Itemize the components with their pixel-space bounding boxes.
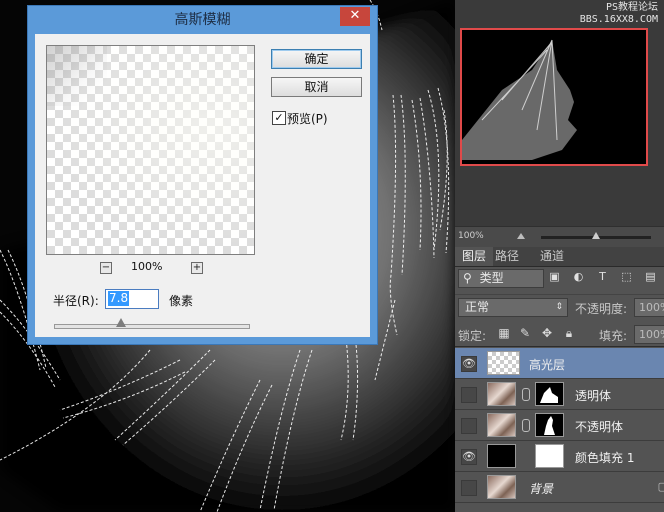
visibility-toggle[interactable] <box>461 480 477 496</box>
lock-label: 锁定: <box>458 329 487 343</box>
navigator-view-box[interactable] <box>460 28 648 166</box>
smart-object-filter-icon[interactable]: ▤ <box>645 271 656 282</box>
blend-mode-value: 正常 <box>465 300 490 314</box>
shape-filter-icon[interactable]: ⬚ <box>621 271 632 282</box>
visibility-toggle[interactable] <box>461 418 477 434</box>
blend-mode-select[interactable]: 正常 ⇕ <box>458 298 568 317</box>
mask-shape <box>540 387 558 403</box>
radius-unit: 像素 <box>169 294 194 308</box>
radius-input[interactable]: 7.8 <box>105 289 159 309</box>
radius-value: 7.8 <box>108 291 130 306</box>
lock-image-pixels-icon[interactable]: ✎ <box>519 327 531 339</box>
fill-value: 100% <box>639 328 664 341</box>
watermark-title: PS教程论坛 <box>605 2 658 13</box>
zoom-in-button[interactable]: + <box>191 262 203 274</box>
layer-row-highlight[interactable]: 👁︎ 高光层 <box>455 348 664 379</box>
layer-mask-thumbnail <box>535 413 564 437</box>
visibility-toggle[interactable] <box>461 387 477 403</box>
gaussian-blur-dialog: 高斯模糊 ✕ − 100% + 确定 取消 ✓ 预览(P) 半径(R): 7.8… <box>27 5 378 345</box>
layer-name[interactable]: 背景 <box>529 480 553 497</box>
lock-position-icon[interactable]: ✥ <box>541 327 553 339</box>
opacity-value: 100% <box>639 301 664 314</box>
layer-thumbnail <box>487 413 516 437</box>
zoom-value: 100% <box>131 260 163 273</box>
navigator-zoom-thumb[interactable] <box>592 232 600 239</box>
tab-channels[interactable]: 通道 <box>540 247 564 266</box>
layer-filter-row: ⚲ 类型 ▣ ◐ T ⬚ ▤ <box>455 266 664 290</box>
type-filter-icon[interactable]: T <box>597 271 608 282</box>
layer-thumbnail <box>487 475 516 499</box>
layer-mask-thumbnail <box>535 444 564 468</box>
layer-thumbnail <box>487 351 520 375</box>
eye-icon[interactable]: 👁︎ <box>461 449 477 465</box>
mask-shape <box>544 416 555 435</box>
layer-thumbnail <box>487 382 516 406</box>
lock-all-icon[interactable]: 🔒︎ <box>563 327 575 339</box>
layer-row-transparent[interactable]: 透明体 <box>455 379 664 410</box>
layer-row-opaque[interactable]: 不透明体 <box>455 410 664 441</box>
lock-transparent-pixels-icon[interactable]: ▦ <box>498 327 510 339</box>
zoom-out-button[interactable]: − <box>100 262 112 274</box>
watermark: PS教程论坛 BBS.16XX8.COM <box>580 2 658 26</box>
radius-slider-thumb[interactable] <box>116 318 126 327</box>
filter-kind-value: 类型 <box>479 271 504 285</box>
blend-row: 正常 ⇕ 不透明度: 100% <box>455 294 664 319</box>
radius-slider[interactable] <box>54 324 250 329</box>
eye-icon[interactable]: 👁︎ <box>461 356 477 372</box>
link-icon[interactable] <box>522 419 530 432</box>
layer-name[interactable]: 高光层 <box>529 356 565 373</box>
filter-kind-select[interactable]: ⚲ 类型 <box>458 269 544 288</box>
dialog-title: 高斯模糊 <box>174 12 231 28</box>
preview-glow <box>47 46 254 254</box>
fill-label: 填充: <box>599 329 628 343</box>
cancel-button[interactable]: 取消 <box>271 77 362 97</box>
preview-checkbox-label[interactable]: 预览(P) <box>287 110 328 127</box>
opacity-label: 不透明度: <box>575 302 628 316</box>
blur-preview[interactable] <box>46 45 255 255</box>
dialog-body: − 100% + 确定 取消 ✓ 预览(P) 半径(R): 7.8 像素 <box>35 34 370 337</box>
chevron-updown-icon: ⇕ <box>555 302 563 312</box>
opacity-input[interactable]: 100% <box>634 298 664 317</box>
layer-name[interactable]: 透明体 <box>575 387 611 404</box>
tab-paths[interactable]: 路径 <box>495 247 519 266</box>
preview-checkbox[interactable]: ✓ <box>272 111 286 125</box>
lock-icon: ▢ <box>657 480 664 493</box>
link-icon[interactable] <box>522 388 530 401</box>
layer-mask-thumbnail <box>535 382 564 406</box>
image-filter-icon[interactable]: ▣ <box>549 271 560 282</box>
close-button[interactable]: ✕ <box>340 7 370 26</box>
layers-list: 👁︎ 高光层 透明体 不透明体 👁︎ 颜色填充 1 背景 ▢ <box>455 348 664 512</box>
tab-layers[interactable]: 图层 <box>455 247 493 266</box>
layer-name[interactable]: 颜色填充 1 <box>575 449 634 466</box>
radius-label: 半径(R): <box>53 294 99 308</box>
layer-name[interactable]: 不透明体 <box>575 418 623 435</box>
navigator-thumbnail <box>462 30 646 164</box>
lock-row: 锁定: ▦ ✎ ✥ 🔒︎ 填充: 100% <box>455 322 664 347</box>
watermark-url: BBS.16XX8.COM <box>579 14 658 25</box>
zoom-out-mountain-icon[interactable] <box>517 233 525 239</box>
right-panel: PS教程论坛 BBS.16XX8.COM 100% 图层 路径 通道 ⚲ 类型 … <box>455 0 664 512</box>
fill-color-thumbnail <box>487 444 516 468</box>
fill-input[interactable]: 100% <box>634 325 664 344</box>
navigator-panel: PS教程论坛 BBS.16XX8.COM <box>455 0 664 226</box>
layer-row-color-fill[interactable]: 👁︎ 颜色填充 1 <box>455 441 664 472</box>
search-icon: ⚲ <box>463 271 472 285</box>
layer-row-background[interactable]: 背景 ▢ <box>455 472 664 503</box>
navigator-zoom-bar: 100% <box>455 226 664 247</box>
navigator-zoom-value[interactable]: 100% <box>458 231 484 241</box>
panel-tabs: 图层 路径 通道 <box>455 247 664 267</box>
ok-button[interactable]: 确定 <box>271 49 362 69</box>
adjustment-filter-icon[interactable]: ◐ <box>573 271 584 282</box>
